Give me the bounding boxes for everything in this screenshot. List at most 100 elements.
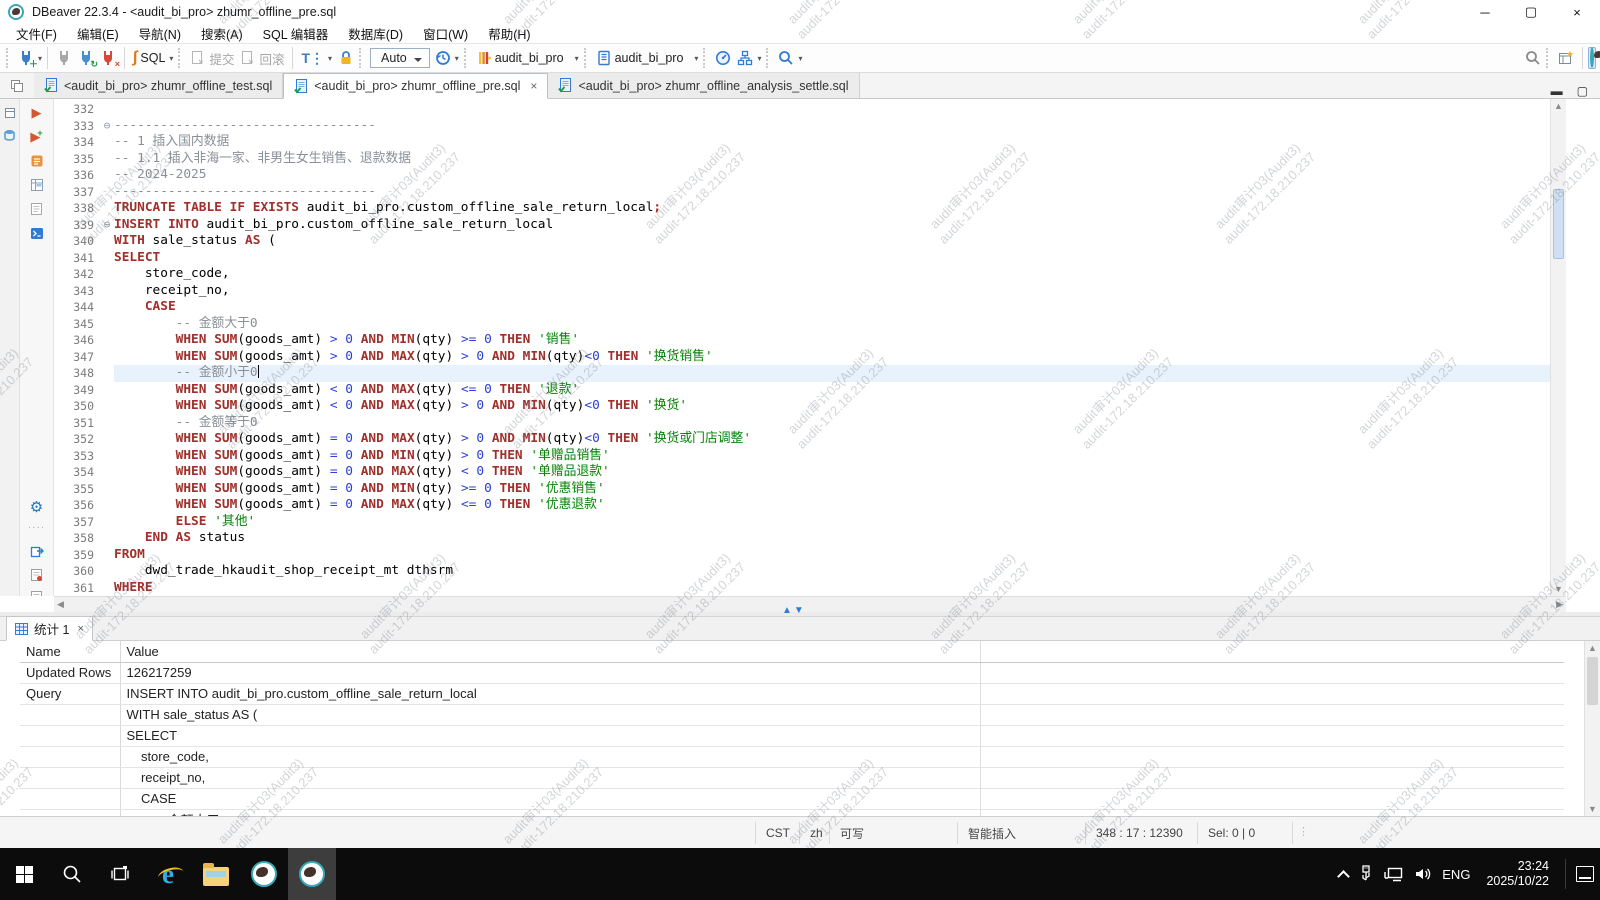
menu-item[interactable]: 数据库(D) [338, 24, 413, 43]
code-line[interactable]: 351 -- 金额等于0 [54, 415, 1550, 432]
table-row[interactable]: store_code, [20, 746, 1564, 767]
code-line[interactable]: 346 WHEN SUM(goods_amt) > 0 AND MIN(qty)… [54, 332, 1550, 349]
open-perspective-button[interactable] [1555, 48, 1577, 68]
code-line[interactable]: 336-- 2024-2025 [54, 167, 1550, 184]
code-line[interactable]: 349 WHEN SUM(goods_amt) < 0 AND MAX(qty)… [54, 382, 1550, 399]
column-header-value[interactable]: Value [120, 641, 980, 662]
execute-script-button[interactable] [29, 153, 45, 169]
sql-editor[interactable]: ▶ ▶+ ⚙ ···· 332333⊖---------------------… [0, 99, 1600, 596]
window-minimize-icon[interactable]: ─ [1462, 0, 1508, 24]
menu-item[interactable]: 窗口(W) [413, 24, 478, 43]
export-result-button[interactable] [29, 543, 45, 559]
code-line[interactable]: 335-- 1.1 插入非海一家、非男生女生销售、退款数据 [54, 151, 1550, 168]
code-line[interactable]: 338TRUNCATE TABLE IF EXISTS audit_bi_pro… [54, 200, 1550, 217]
window-close-icon[interactable]: × [1554, 0, 1600, 24]
close-icon[interactable]: × [77, 623, 83, 635]
editor-tab[interactable]: <audit_bi_pro> zhumr_offline_analysis_se… [548, 73, 859, 98]
taskbar-clock[interactable]: 23:24 2025/10/22 [1480, 859, 1555, 889]
action-center-icon[interactable] [1576, 866, 1594, 882]
code-line[interactable]: 332 [54, 101, 1550, 118]
editor-vscrollbar[interactable]: ▲ ▼ [1550, 99, 1566, 596]
minimize-panel-icon[interactable]: ▬ [1551, 84, 1563, 98]
file-explorer-button[interactable] [192, 848, 240, 900]
language-indicator[interactable]: ENG [1442, 867, 1470, 882]
menu-item[interactable]: 搜索(A) [191, 24, 253, 43]
tray-expand-icon[interactable] [1337, 870, 1350, 883]
table-row[interactable]: QueryINSERT INTO audit_bi_pro.custom_off… [20, 683, 1564, 704]
fold-marker-icon[interactable]: ⊖ [100, 217, 114, 234]
task-view-button[interactable] [96, 848, 144, 900]
er-diagram-button[interactable]: ▾ [734, 48, 764, 68]
code-line[interactable]: 356 WHEN SUM(goods_amt) = 0 AND MAX(qty)… [54, 497, 1550, 514]
code-line[interactable]: 333⊖---------------------------------- [54, 118, 1550, 135]
save-file-button[interactable] [29, 567, 45, 583]
fold-marker-icon[interactable]: ⊖ [100, 118, 114, 135]
database-navigator-icon[interactable] [2, 127, 18, 143]
reconnect-button[interactable]: ↻ [75, 48, 97, 68]
code-line[interactable]: 334-- 1 插入国内数据 [54, 134, 1550, 151]
code-line[interactable]: 339⊖INSERT INTO audit_bi_pro.custom_offl… [54, 217, 1550, 234]
code-line[interactable]: 357 ELSE '其他' [54, 514, 1550, 531]
commit-button[interactable]: 提交 [187, 47, 237, 70]
code-line[interactable]: 342 store_code, [54, 266, 1550, 283]
autocommit-select[interactable]: Auto [370, 48, 430, 68]
code-line[interactable]: 348 -- 金额小于0 [54, 365, 1550, 382]
search-button[interactable]: ▾ [775, 48, 805, 68]
code-line[interactable]: 340WITH sale_status AS ( [54, 233, 1550, 250]
usb-icon[interactable] [1358, 865, 1374, 883]
editor-hscrollbar[interactable]: ◀ ▶ [54, 596, 1566, 612]
table-row[interactable]: WITH sale_status AS ( [20, 704, 1564, 725]
code-line[interactable]: 344 CASE [54, 299, 1550, 316]
script-log-button[interactable] [29, 201, 45, 217]
menu-item[interactable]: 导航(N) [129, 24, 191, 43]
code-line[interactable]: 354 WHEN SUM(goods_amt) = 0 AND MAX(qty)… [54, 464, 1550, 481]
table-row[interactable]: CASE [20, 788, 1564, 809]
scroll-thumb[interactable] [1553, 189, 1564, 259]
table-row[interactable]: SELECT [20, 725, 1564, 746]
rollback-button[interactable]: 回滚 [237, 47, 287, 70]
scroll-down-icon[interactable]: ▼ [1585, 804, 1600, 814]
code-line[interactable]: 341SELECT [54, 250, 1550, 267]
results-vscrollbar[interactable]: ▲ ▼ [1584, 641, 1600, 816]
settings-gear-icon[interactable]: ⚙ [29, 499, 45, 515]
code-line[interactable]: 355 WHEN SUM(goods_amt) = 0 AND MIN(qty)… [54, 481, 1550, 498]
code-line[interactable]: 353 WHEN SUM(goods_amt) = 0 AND MIN(qty)… [54, 448, 1550, 465]
scroll-right-icon[interactable]: ▶ [1556, 599, 1563, 610]
execute-new-tab-button[interactable]: ▶+ [29, 129, 45, 145]
dbeaver-taskbar-button-active[interactable] [288, 848, 336, 900]
maximize-panel-icon[interactable]: ▢ [1577, 84, 1588, 98]
execute-statement-button[interactable]: ▶ [29, 105, 45, 121]
dbeaver-taskbar-button[interactable] [240, 848, 288, 900]
explain-plan-button[interactable] [29, 177, 45, 193]
sql-editor-button[interactable]: ∫ SQL ▾ [130, 47, 176, 69]
database-selector[interactable]: audit_bi_pro ▾ [593, 48, 702, 68]
code-line[interactable]: 359FROM [54, 547, 1550, 564]
code-line[interactable]: 352 WHEN SUM(goods_amt) = 0 AND MAX(qty)… [54, 431, 1550, 448]
code-line[interactable]: 343 receipt_no, [54, 283, 1550, 300]
new-connection-button[interactable]: ＋ [15, 48, 37, 68]
menu-item[interactable]: SQL 编辑器 [253, 24, 339, 43]
editor-tab[interactable]: <audit_bi_pro> zhumr_offline_pre.sql× [283, 73, 548, 99]
internet-explorer-button[interactable]: e [144, 848, 192, 900]
taskbar-search-button[interactable] [48, 848, 96, 900]
code-line[interactable]: 350 WHEN SUM(goods_amt) < 0 AND MAX(qty)… [54, 398, 1550, 415]
code-line[interactable]: 360 dwd_trade_hkaudit_shop_receipt_mt dt… [54, 563, 1550, 580]
table-row[interactable]: -- 金额大于0 [20, 809, 1564, 816]
table-row[interactable]: receipt_no, [20, 767, 1564, 788]
close-icon[interactable]: × [530, 79, 537, 93]
network-display-icon[interactable] [1384, 866, 1404, 882]
code-line[interactable]: 347 WHEN SUM(goods_amt) > 0 AND MAX(qty)… [54, 349, 1550, 366]
scroll-thumb[interactable] [1587, 657, 1598, 705]
chevron-down-icon[interactable]: ▾ [38, 54, 42, 63]
scroll-up-icon[interactable]: ▲ [1585, 643, 1600, 653]
editor-tab[interactable]: <audit_bi_pro> zhumr_offline_test.sql [34, 73, 283, 98]
scroll-up-icon[interactable]: ▲ [1551, 101, 1566, 111]
speaker-icon[interactable] [1414, 866, 1432, 882]
code-area[interactable]: 332333⊖---------------------------------… [54, 101, 1550, 596]
scroll-left-icon[interactable]: ◀ [57, 599, 64, 610]
code-line[interactable]: 361WHERE [54, 580, 1550, 597]
sash-collapse-icons[interactable]: ▲▼ [782, 605, 806, 616]
lock-button[interactable] [335, 48, 357, 68]
menu-item[interactable]: 帮助(H) [478, 24, 540, 43]
connection-selector[interactable]: audit_bi_pro ▾ [473, 48, 582, 68]
